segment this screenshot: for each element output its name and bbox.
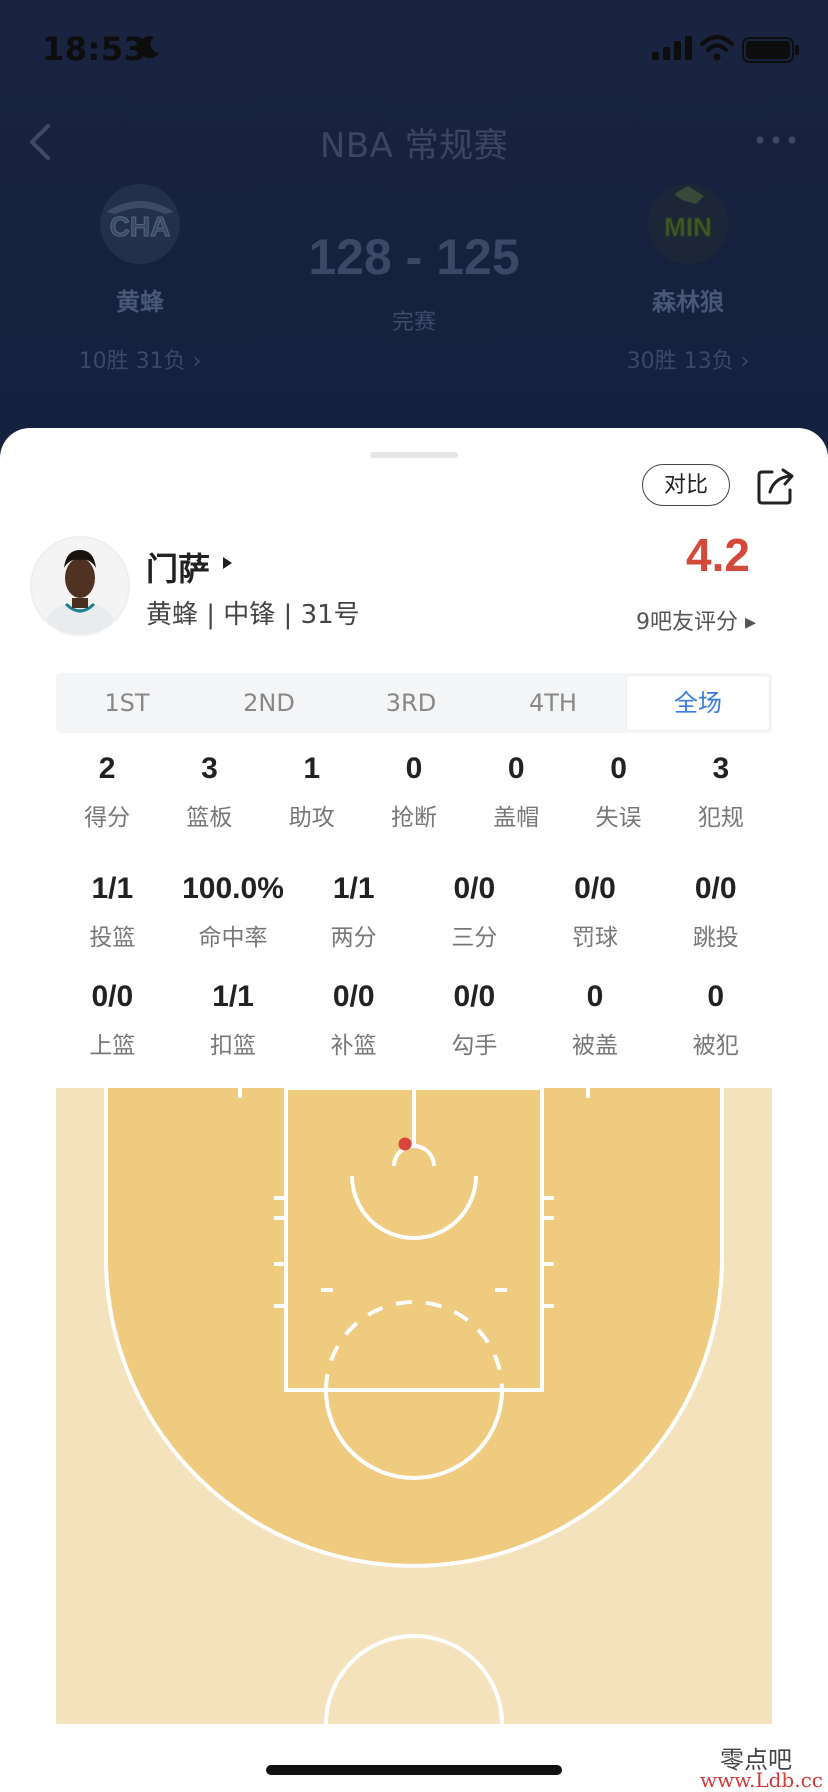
stat-fg: 1/1 投篮 [52,872,173,952]
stat-3pt: 0/0 三分 [414,872,535,952]
stat-label: 被犯 [692,1033,739,1059]
stat-label: 勾手 [451,1033,498,1059]
main-stats-row: 2 得分 3 篮板 1 助攻 0 抢断 0 盖帽 0 失误 3 犯规 [56,752,772,832]
stat-label: 得分 [84,805,131,831]
more-icon[interactable] [752,130,800,150]
away-team[interactable]: MIN 森林狼 30胜 13负 › [578,182,798,375]
player-photo [32,538,128,634]
stat-label: 投篮 [89,925,136,951]
stat-jumpshot: 0/0 跳投 [655,872,776,952]
stat-fouled: 0 被犯 [655,980,776,1060]
stat-value: 0 [405,752,423,785]
stat-steals: 0 抢断 [363,752,465,832]
home-team-record: 10胜 31负 › [78,349,202,374]
stat-label: 两分 [330,925,377,951]
stat-points: 2 得分 [56,752,158,832]
watermark-url: www.Ldb.cc [700,1768,823,1792]
stat-label: 失误 [595,805,642,831]
stat-2pt: 1/1 两分 [293,872,414,952]
stat-value: 0 [586,980,604,1013]
stat-value: 0/0 [453,980,496,1013]
stat-assists: 1 助攻 [261,752,363,832]
stat-value: 0 [610,752,627,785]
home-indicator[interactable] [266,1765,562,1775]
tab-2nd[interactable]: 2ND [198,673,340,733]
player-name[interactable]: 门萨 [146,544,210,590]
stat-value: 0 [507,752,525,785]
stat-value: 0/0 [453,872,496,905]
stat-value: 3 [201,752,218,785]
stat-label: 命中率 [198,925,268,951]
shot-chart-court [56,1088,772,1724]
stat-turnovers: 0 失误 [567,752,669,832]
period-tabs: 1ST 2ND 3RD 4TH 全场 [56,673,772,733]
detail-stats-row: 0/0 上篮 1/1 扣篮 0/0 补篮 0/0 勾手 0 被盖 0 被犯 [52,980,776,1060]
player-caret-icon [223,557,232,569]
shooting-stats-row: 1/1 投篮 100.0% 命中率 1/1 两分 0/0 三分 0/0 罚球 0/0 跳投 [52,872,776,952]
stat-ft: 0/0 罚球 [535,872,656,952]
made-shot-marker [398,1137,412,1151]
status-bar: 18:53 [0,0,828,90]
stat-blocks: 0 盖帽 [465,752,567,832]
away-team-name: 森林狼 [652,288,724,316]
compare-button[interactable]: 对比 [642,464,730,506]
battery-icon [742,37,799,63]
stat-label: 助攻 [288,805,335,831]
stat-label: 补篮 [330,1033,377,1059]
moon-icon [138,36,159,59]
stat-layup: 0/0 上篮 [52,980,173,1060]
stat-label: 被盖 [572,1033,619,1059]
signal-icon [652,36,692,60]
game-title: NBA 常规赛 [319,126,509,166]
stat-value: 0/0 [694,872,737,905]
stat-fouls: 3 犯规 [670,752,772,832]
timberwolves-logo: MIN [648,184,728,264]
stat-label: 罚球 [572,925,619,951]
stat-dunk: 1/1 扣篮 [173,980,294,1060]
stat-value: 1/1 [332,872,375,905]
stat-label: 犯规 [697,805,744,831]
sheet-drag-handle[interactable] [370,452,458,458]
stat-value: 1 [303,752,321,785]
player-stats-sheet: 对比 门萨 黄蜂 | 中锋 | 31号 4.2 9吧友评分 ▸ 1ST 2ND … [0,428,828,1792]
wifi-icon [700,35,734,61]
game-header: 18:53 NBA 常规赛 CHA 黄蜂 10胜 31负 › 128 - 125… [0,0,828,460]
tab-3rd[interactable]: 3RD [340,673,482,733]
away-logo-text: MIN [664,212,712,242]
player-meta: 黄蜂 | 中锋 | 31号 [146,600,360,630]
away-team-record: 30胜 13负 › [626,349,750,374]
stat-putback: 0/0 补篮 [293,980,414,1060]
stat-value: 0/0 [91,980,134,1013]
stat-value: 2 [98,752,116,785]
stat-value: 0/0 [332,980,375,1013]
stat-value: 0/0 [574,872,616,905]
stat-value: 1/1 [212,980,254,1013]
stat-value: 3 [712,752,730,785]
stat-label: 上篮 [89,1033,136,1059]
stat-label: 篮板 [186,805,233,831]
stat-value: 100.0% [182,872,284,905]
player-avatar[interactable] [30,536,130,636]
stat-label: 抢断 [390,805,437,831]
stat-label: 跳投 [692,925,739,951]
tab-4th[interactable]: 4TH [482,673,624,733]
stat-value: 1/1 [91,872,134,905]
tab-1st[interactable]: 1ST [56,673,198,733]
stat-label: 盖帽 [493,805,540,831]
stat-rebounds: 3 篮板 [158,752,260,832]
status-time: 18:53 [42,30,147,68]
rating-label[interactable]: 9吧友评分 ▸ [540,604,756,636]
stat-label: 扣篮 [210,1033,256,1059]
stat-value: 0 [707,980,725,1013]
player-rating: 4.2 [686,529,750,581]
share-icon[interactable] [756,466,796,506]
stat-fg-pct: 100.0% 命中率 [173,872,294,952]
stat-hook: 0/0 勾手 [414,980,535,1060]
tab-full-game[interactable]: 全场 [627,676,769,730]
stat-blocked: 0 被盖 [535,980,656,1060]
stat-label: 三分 [451,925,498,951]
